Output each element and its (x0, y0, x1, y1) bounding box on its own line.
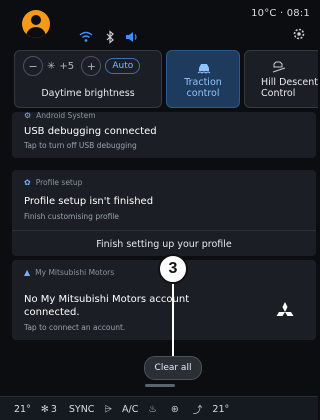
notification-subtitle: Tap to connect an account. (24, 323, 126, 332)
notification-title-line2: connected. (24, 307, 80, 318)
notification-header: ⚙ Android System (24, 111, 96, 120)
left-temperature[interactable]: 21° (14, 404, 31, 415)
status-bar: 10°C · 08:1 (0, 0, 318, 48)
fan-icon: ✻ (40, 403, 49, 415)
audio-icon (126, 32, 137, 42)
notification-title: Profile setup isn't finished (24, 196, 154, 207)
rear-defrost-icon[interactable]: ⩥ (104, 404, 112, 415)
notification-title: USB debugging connected (24, 126, 157, 137)
traction-control-tile[interactable]: Traction control (166, 50, 240, 108)
traction-control-label: Traction control (184, 77, 222, 99)
brightness-increase-button[interactable]: + (81, 56, 102, 76)
wifi-icon (79, 31, 93, 42)
brightness-tile: − ✳ +5 + Auto Daytime brightness (14, 50, 162, 108)
clear-all-button[interactable]: Clear all (144, 356, 202, 380)
notification-header: ✿ Profile setup (24, 178, 83, 187)
hill-descent-icon (272, 61, 286, 73)
brightness-decrease-button[interactable]: − (23, 56, 43, 76)
android-icon: ⚙ (24, 111, 32, 120)
shade-handle[interactable] (145, 384, 175, 387)
temperature-time: 10°C · 08:1 (251, 8, 310, 19)
mitsubishi-logo-icon (276, 302, 294, 316)
traction-car-icon (197, 64, 211, 74)
hill-descent-tile[interactable]: Hill Descent Control (244, 50, 318, 108)
notification-subtitle: Finish customising profile (24, 212, 120, 221)
notification-subtitle: Tap to turn off USB debugging (24, 141, 137, 150)
callout-marker: 3 (158, 254, 188, 284)
mitsubishi-app-icon: ▲ (24, 268, 31, 277)
right-temperature[interactable]: 21° (212, 404, 229, 415)
brightness-label: Daytime brightness (41, 88, 135, 99)
sync-button[interactable]: SYNC (69, 404, 95, 415)
climate-bar: 21° ✻ 3 SYNC ⩥ A/C ♨ ⊛ ⤴ 21° (0, 396, 318, 420)
gear-icon[interactable] (292, 27, 306, 41)
auto-brightness-toggle[interactable]: Auto (105, 58, 141, 74)
notification-title-line1: No My Mitsubishi Motors account (24, 294, 190, 305)
callout-line (172, 281, 174, 359)
steering-heat-icon[interactable]: ⊛ (171, 404, 179, 415)
notification-header: ▲ My Mitsubishi Motors (24, 268, 115, 277)
gear-icon: ✿ (24, 178, 31, 187)
front-defrost-icon[interactable]: ♨ (148, 404, 157, 415)
sun-icon: ✳ (47, 60, 56, 72)
seat-heat-icon[interactable]: ⤴ (193, 402, 203, 416)
hill-descent-label: Hill Descent Control (261, 77, 318, 99)
ac-button[interactable]: A/C (122, 404, 138, 415)
profile-avatar[interactable] (22, 10, 50, 38)
notification-shade: 10°C · 08:1 − ✳ +5 + Auto Daytime bright… (0, 0, 318, 420)
bluetooth-icon (106, 30, 114, 44)
brightness-value: +5 (59, 60, 75, 72)
finish-profile-button[interactable]: Finish setting up your profile (12, 239, 316, 250)
fan-speed[interactable]: 3 (51, 404, 57, 415)
